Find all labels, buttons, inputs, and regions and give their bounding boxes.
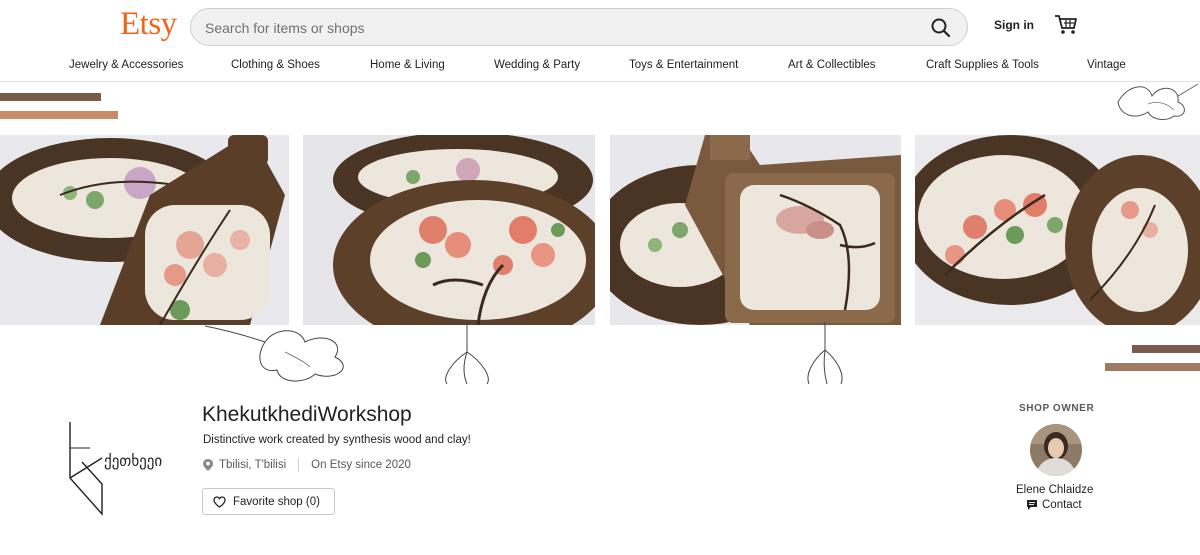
etsy-logo[interactable]: Etsy (120, 6, 177, 43)
owner-avatar[interactable] (1030, 424, 1082, 476)
cart-icon (1055, 15, 1077, 34)
shop-location[interactable]: Tbilisi, T'bilisi (219, 459, 286, 471)
shop-since: On Etsy since 2020 (311, 459, 411, 471)
shop-meta: Tbilisi, T'bilisi On Etsy since 2020 (203, 458, 411, 472)
banner-photo (610, 135, 901, 325)
shop-tagline: Distinctive work created by synthesis wo… (203, 434, 471, 446)
shop-owner-heading: SHOP OWNER (1019, 403, 1095, 414)
search-input[interactable] (205, 17, 905, 39)
category-nav: Jewelry & Accessories Clothing & Shoes H… (0, 52, 1200, 82)
location-pin-icon (203, 459, 213, 471)
nav-clothing[interactable]: Clothing & Shoes (231, 59, 320, 71)
banner-stripe (0, 111, 118, 119)
flower-sketch-decoration (445, 322, 489, 384)
meta-divider (298, 458, 300, 472)
banner-photo (303, 135, 595, 325)
owner-name[interactable]: Elene Chlaidze (1016, 484, 1093, 496)
sign-in-link[interactable]: Sign in (994, 18, 1034, 32)
shop-logo-text: ქეთხეეი (104, 452, 162, 470)
contact-label: Contact (1042, 499, 1082, 511)
cart-button[interactable] (1054, 14, 1078, 36)
banner-stripe (0, 93, 101, 101)
search-button[interactable] (929, 16, 953, 40)
message-icon (1027, 500, 1037, 510)
favorite-shop-label: Favorite shop (0) (233, 495, 320, 508)
favorite-shop-button[interactable]: Favorite shop (0) (202, 488, 335, 515)
banner-photo (915, 135, 1200, 325)
nav-toys[interactable]: Toys & Entertainment (629, 59, 738, 71)
search-bar (190, 8, 968, 46)
flower-sketch-decoration (1117, 83, 1199, 120)
shop-logo: ქეთხეეი (60, 418, 190, 518)
flower-sketch-decoration (205, 325, 344, 382)
search-icon (931, 18, 951, 38)
nav-home[interactable]: Home & Living (370, 59, 445, 71)
nav-vintage[interactable]: Vintage (1087, 59, 1126, 71)
flower-sketch-decoration (807, 322, 843, 384)
contact-link[interactable]: Contact (1026, 499, 1082, 511)
shop-name: KhekutkhediWorkshop (202, 403, 412, 426)
site-header: Etsy Sign in (0, 0, 1200, 52)
banner-stripe (1132, 345, 1200, 353)
nav-craft[interactable]: Craft Supplies & Tools (926, 59, 1039, 71)
shop-banner (0, 82, 1200, 384)
heart-icon (213, 495, 226, 508)
nav-art[interactable]: Art & Collectibles (788, 59, 876, 71)
nav-wedding[interactable]: Wedding & Party (494, 59, 580, 71)
nav-jewelry[interactable]: Jewelry & Accessories (69, 59, 183, 71)
banner-stripe (1105, 363, 1200, 371)
banner-photo (0, 135, 289, 325)
